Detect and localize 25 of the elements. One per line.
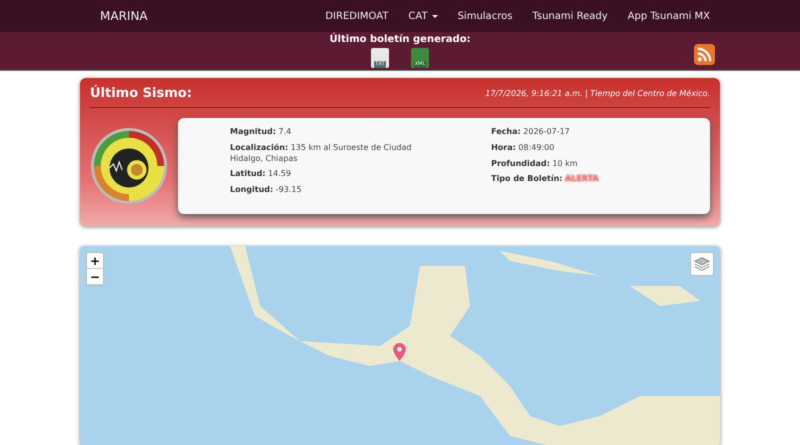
nav-link[interactable]: Tsunami Ready [532,10,608,22]
zoom-in-button[interactable]: + [87,253,103,269]
info-field: Profundidad: 10 km [491,158,700,170]
layers-icon [693,255,711,273]
nav-link[interactable]: DIREDIMOAT [325,10,388,22]
card-title: Último Sismo: [90,86,192,101]
timestamp-text: 17/7/2026, 9:16:21 a.m. | Tiempo del Centro de México. [485,89,710,98]
info-field: Magnitud: 7.4 [230,127,440,138]
info-field: Localización: 135 km al Suroeste de Ciudad Hidalgo, Chiapas [230,142,440,164]
layers-button[interactable] [690,252,714,276]
location-pin-icon[interactable] [393,343,406,361]
brand-link[interactable]: MARINA [100,9,148,23]
nav-link[interactable]: Simulacros [458,10,512,22]
info-field: Longitud: -93.15 [230,185,440,196]
rss-icon[interactable] [694,44,715,65]
zoom-out-button[interactable]: − [87,269,103,285]
caret-icon [432,14,438,18]
info-field: Hora: 08:49:00 [491,142,700,154]
nav-link[interactable]: App Tsunami MX [628,10,710,22]
nav-link[interactable]: CAT [408,10,438,22]
info-field: Tipo de Boletín: ALERTA [491,174,700,186]
map-view[interactable]: + − [80,246,720,445]
info-field: Latitud: 14.59 [230,169,440,180]
bulletin-title: Último boletín generado: [329,34,471,45]
info-field: Fecha: 2026-07-17 [491,127,700,138]
